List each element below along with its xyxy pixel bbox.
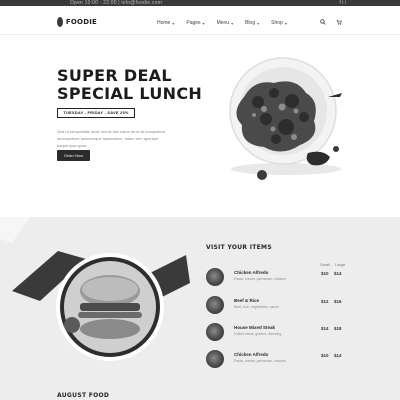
menu-item[interactable]: Chicken Alfredo Pasta, cream, parmesan, … (206, 266, 346, 288)
menu-item-name: House Mixed Steak (234, 325, 276, 330)
nav-item-blog[interactable]: Blog ▾ (245, 20, 259, 26)
hero-title-line2: SPECIAL LUNCH (57, 84, 203, 103)
hero-title: SUPER DEAL SPECIAL LUNCH (57, 66, 203, 103)
menu-item-desc: Pasta, cream, parmesan, chicken (234, 277, 286, 281)
nav-item-menu[interactable]: Menu ▾ (217, 20, 234, 26)
chevron-down-icon: ▾ (172, 20, 175, 26)
menu-item-price-large: $14 (334, 271, 342, 276)
chevron-down-icon: ▾ (284, 20, 287, 26)
menu-item-desc: Grilled steak, greens, dressing (234, 332, 282, 336)
header-tools (320, 19, 342, 25)
bottom-section-heading: AUGUST FOOD (57, 392, 110, 399)
menu-item-price-large: $18 (334, 326, 342, 331)
menu-item[interactable]: Beef & Rice Beef, rice, vegetables, sauc… (206, 294, 346, 316)
hero-title-line1: SUPER DEAL (57, 66, 172, 85)
hero-dish-image (229, 57, 342, 180)
hero-tagline: TUESDAY - FRIDAY - SAVE 25% (57, 108, 135, 118)
main-nav: Home ▾ Pages ▾ Menu ▾ Blog ▾ Shop ▾ (157, 20, 287, 26)
menu-item-name: Chicken Alfredo (234, 352, 269, 357)
menu-item[interactable]: Chicken Alfredo Pasta, cream, parmesan, … (206, 348, 346, 370)
menu-item-price-small: $10 (321, 353, 329, 358)
chevron-down-icon: ▾ (231, 20, 234, 26)
menu-item-price-large: $16 (334, 299, 342, 304)
menu-item-price-small: $14 (321, 326, 329, 331)
cart-icon[interactable] (336, 19, 342, 25)
menu-item-thumbnail (206, 268, 224, 286)
site-header: FOODIE Home ▾ Pages ▾ Menu ▾ Blog ▾ Shop ▾ (0, 6, 400, 35)
menu-item[interactable]: House Mixed Steak Grilled steak, greens,… (206, 321, 346, 343)
nav-item-pages[interactable]: Pages ▾ (186, 20, 204, 26)
menu-item-thumbnail (206, 350, 224, 368)
brand-logo[interactable]: FOODIE (57, 16, 97, 28)
menu-heading: VISIT YOUR ITEMS (206, 244, 272, 251)
menu-item-thumbnail (206, 323, 224, 341)
nav-item-shop[interactable]: Shop ▾ (271, 20, 287, 26)
menu-item-name: Beef & Rice (234, 298, 260, 303)
nav-item-home[interactable]: Home ▾ (157, 20, 174, 26)
menu-item-price-small: $10 (321, 271, 329, 276)
search-icon[interactable] (320, 19, 326, 25)
menu-item-desc: Beef, rice, vegetables, sauce (234, 305, 279, 309)
chevron-down-icon: ▾ (257, 20, 260, 26)
menu-item-name: Chicken Alfredo (234, 270, 269, 275)
chevron-down-icon: ▾ (202, 20, 205, 26)
menu-item-thumbnail (206, 296, 224, 314)
menu-item-desc: Pasta, cream, parmesan, chicken (234, 359, 286, 363)
menu-item-price-small: $12 (321, 299, 329, 304)
logo-mark-icon (57, 17, 63, 27)
menu-item-price-large: $14 (334, 353, 342, 358)
hero-description: Sed ut perspiciatis unde omnis iste natu… (57, 129, 166, 148)
brand-name: FOODIE (65, 18, 97, 26)
order-now-button[interactable]: Order Now (57, 150, 90, 161)
